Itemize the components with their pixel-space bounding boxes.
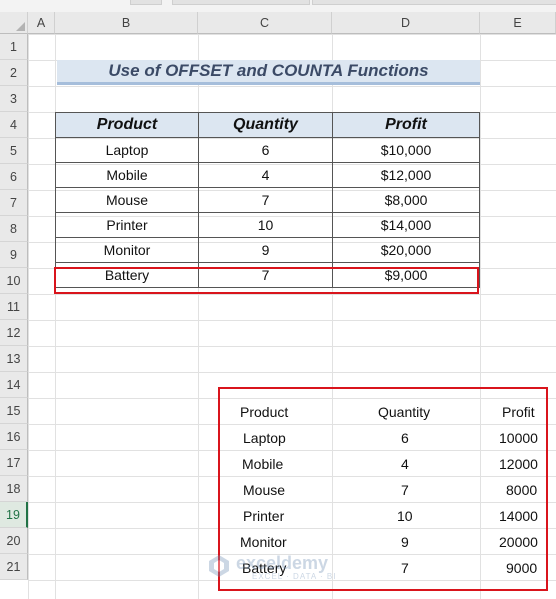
cell[interactable]: $10,000 [332, 137, 480, 163]
column-header-b[interactable]: B [55, 12, 198, 34]
row-header-18[interactable]: 18 [0, 476, 28, 502]
cell[interactable]: 9 [198, 237, 333, 263]
select-all-button[interactable] [0, 12, 28, 34]
table-row: Printer 10 $14,000 [55, 212, 480, 238]
column-header-c[interactable]: C [198, 12, 332, 34]
exceldemy-logo-icon [209, 555, 229, 577]
ribbon-edge [0, 0, 556, 12]
row-header-9[interactable]: 9 [0, 242, 28, 268]
cell[interactable]: Mobile [55, 162, 199, 188]
row-header-2[interactable]: 2 [0, 60, 28, 86]
table-row: Mobile 4 $12,000 [55, 162, 480, 188]
row-header-16[interactable]: 16 [0, 424, 28, 450]
cell[interactable]: Printer [55, 212, 199, 238]
cell[interactable]: $20,000 [332, 237, 480, 263]
row-header-5[interactable]: 5 [0, 138, 28, 164]
header-profit[interactable]: Profit [332, 112, 480, 138]
row-header-14[interactable]: 14 [0, 372, 28, 398]
cell[interactable]: Mouse [55, 187, 199, 213]
tab-edge [312, 0, 556, 5]
cell[interactable]: $8,000 [332, 187, 480, 213]
watermark-tagline: EXCEL · DATA · BI [252, 572, 337, 581]
row-header-13[interactable]: 13 [0, 346, 28, 372]
table-row: Mouse 7 $8,000 [55, 187, 480, 213]
tab-edge [172, 0, 310, 5]
tab-edge [130, 0, 162, 5]
row-header-4[interactable]: 4 [0, 112, 28, 138]
row-header-10[interactable]: 10 [0, 268, 28, 294]
row-header-3[interactable]: 3 [0, 86, 28, 112]
column-header-d[interactable]: D [332, 12, 480, 34]
cell[interactable]: 10 [198, 212, 333, 238]
cell[interactable]: 6 [198, 137, 333, 163]
cell[interactable]: $14,000 [332, 212, 480, 238]
table-row: Laptop 6 $10,000 [55, 137, 480, 163]
select-all-icon [16, 22, 25, 31]
column-header-a[interactable]: A [28, 12, 55, 34]
cell[interactable]: 7 [198, 187, 333, 213]
cell[interactable]: 4 [198, 162, 333, 188]
row-header-11[interactable]: 11 [0, 294, 28, 320]
row-header-19[interactable]: 19 [0, 502, 28, 528]
watermark-name: exceldemy [236, 553, 329, 573]
table-header-row: Product Quantity Profit [55, 112, 480, 138]
row-header-6[interactable]: 6 [0, 164, 28, 190]
column-header-e[interactable]: E [480, 12, 556, 34]
row-header-21[interactable]: 21 [0, 554, 28, 580]
watermark: exceldemy EXCEL · DATA · BI [206, 551, 356, 587]
row-header-8[interactable]: 8 [0, 216, 28, 242]
table-row: Monitor 9 $20,000 [55, 237, 480, 263]
row-header-12[interactable]: 12 [0, 320, 28, 346]
header-quantity[interactable]: Quantity [198, 112, 333, 138]
cell[interactable]: $12,000 [332, 162, 480, 188]
sheet-title[interactable]: Use of OFFSET and COUNTA Functions [57, 60, 480, 85]
product-table: Product Quantity Profit Laptop 6 $10,000 M… [55, 112, 480, 288]
row-header-17[interactable]: 17 [0, 450, 28, 476]
cell[interactable]: Monitor [55, 237, 199, 263]
highlight-box-battery-row [54, 267, 479, 294]
header-product[interactable]: Product [55, 112, 199, 138]
cell[interactable]: Laptop [55, 137, 199, 163]
row-header-1[interactable]: 1 [0, 34, 28, 60]
row-header-7[interactable]: 7 [0, 190, 28, 216]
row-header-20[interactable]: 20 [0, 528, 28, 554]
row-header-15[interactable]: 15 [0, 398, 28, 424]
